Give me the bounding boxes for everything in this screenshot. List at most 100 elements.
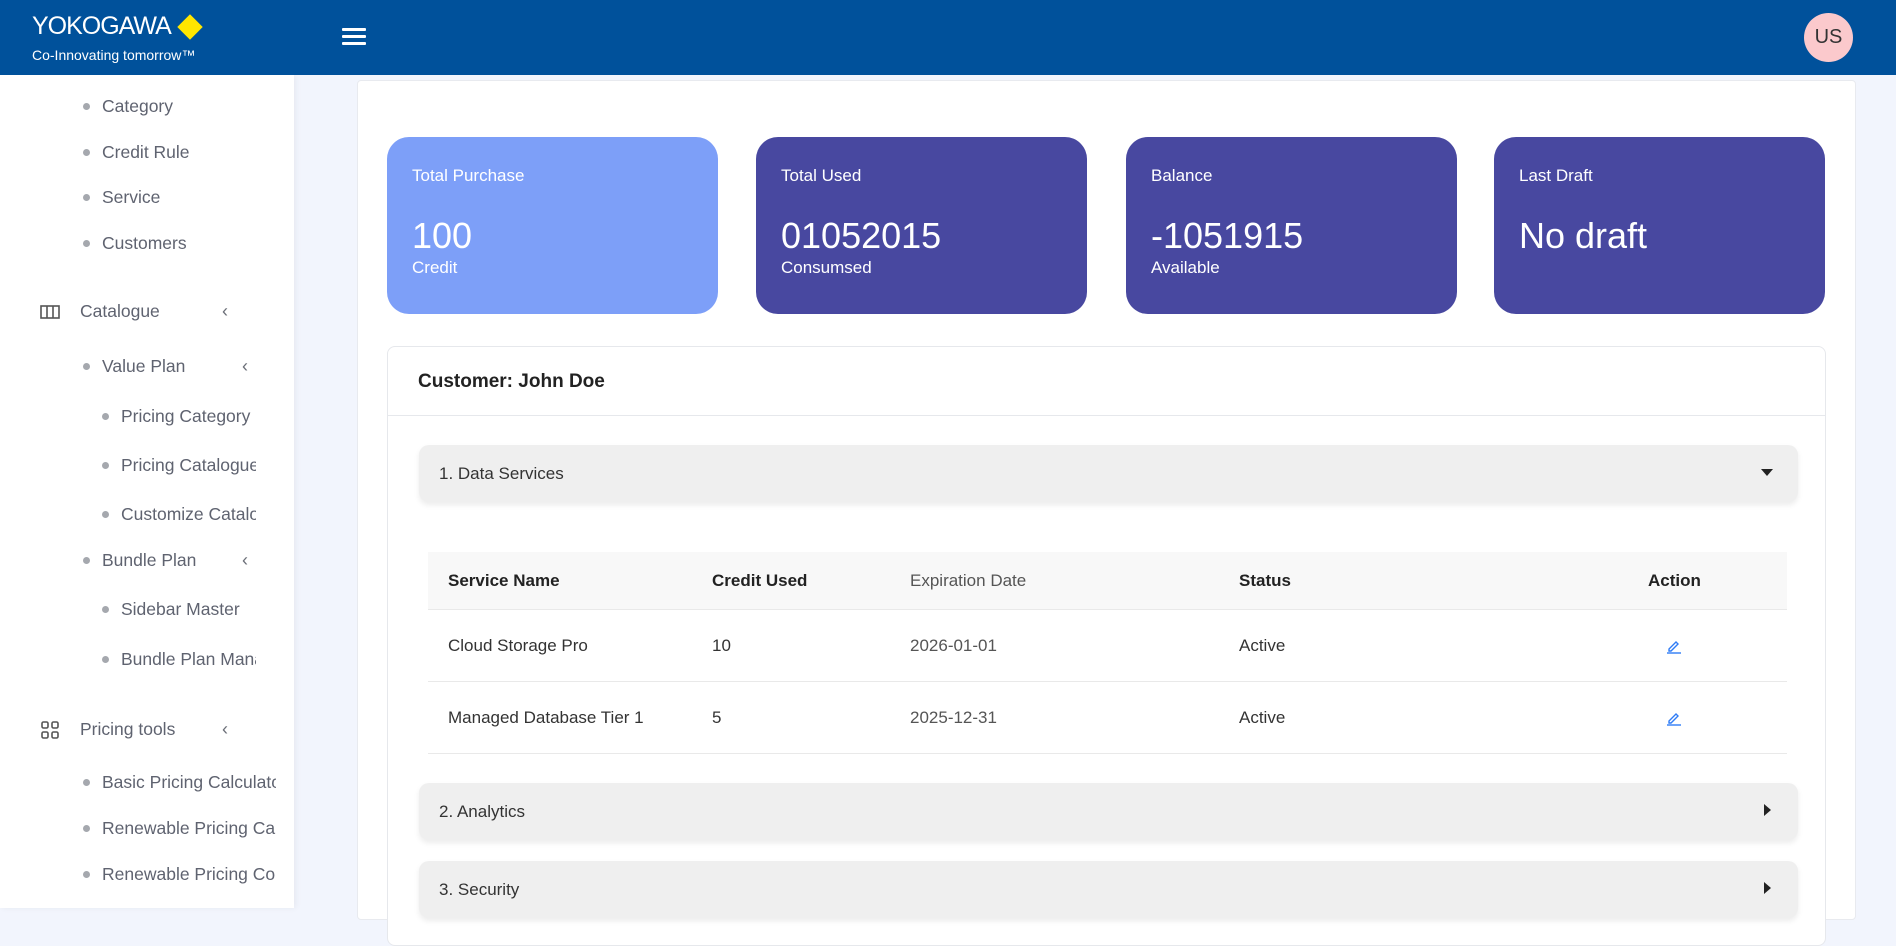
accordion-analytics[interactable]: 2. Analytics bbox=[419, 783, 1798, 840]
bullet-icon bbox=[83, 871, 90, 878]
bullet-icon bbox=[102, 413, 109, 420]
sidebar-item-credit-rule[interactable]: Credit Rule bbox=[83, 142, 273, 163]
diamond-icon bbox=[177, 13, 203, 40]
balance-card: Balance -1051915 Available bbox=[1126, 137, 1457, 314]
caret-right-icon bbox=[1764, 882, 1771, 894]
bullet-icon bbox=[102, 656, 109, 663]
sidebar-item-catalogue[interactable]: Catalogue bbox=[40, 301, 240, 322]
edit-icon[interactable] bbox=[1666, 682, 1682, 753]
sidebar-item-pricing-tools[interactable]: Pricing tools bbox=[40, 719, 240, 740]
chevron-left-icon[interactable]: ‹ bbox=[222, 719, 228, 740]
card-title: Total Purchase bbox=[412, 166, 525, 185]
sidebar-item-bundle-plan-management[interactable]: Bundle Plan Management bbox=[102, 649, 256, 670]
sidebar-item-category[interactable]: Category bbox=[83, 96, 273, 117]
top-header: YOKOGAWA Co-Innovating tomorrow™ US bbox=[0, 0, 1896, 75]
accordion-data-services[interactable]: 1. Data Services bbox=[419, 445, 1798, 502]
sidebar-item-basic-pricing-calculator[interactable]: Basic Pricing Calculator bbox=[83, 772, 276, 793]
sidebar-item-renewable-pricing-calculator[interactable]: Renewable Pricing Calculator bbox=[83, 818, 276, 839]
bullet-icon bbox=[83, 557, 90, 564]
brand-name: YOKOGAWA bbox=[32, 12, 172, 40]
sidebar-item-label: Pricing Catalogue bbox=[121, 455, 256, 475]
sidebar-item-service[interactable]: Service bbox=[83, 187, 273, 208]
chevron-left-icon[interactable]: ‹ bbox=[242, 356, 248, 377]
sidebar-item-label: Value Plan bbox=[102, 356, 186, 376]
bullet-icon bbox=[83, 779, 90, 786]
sidebar-item-pricing-catalogue[interactable]: Pricing Catalogue bbox=[102, 455, 256, 476]
status: Active bbox=[1239, 707, 1286, 727]
grid-icon bbox=[41, 720, 59, 739]
sidebar-item-label: Bundle Plan Management bbox=[121, 649, 256, 669]
card-subtitle: Consumsed bbox=[781, 258, 872, 277]
edit-icon[interactable] bbox=[1666, 610, 1682, 681]
sidebar-item-label: Service bbox=[102, 187, 161, 207]
card-value: 100 bbox=[412, 215, 473, 256]
column-header: Service Name bbox=[448, 570, 560, 590]
services-table: Service Name Credit Used Expiration Date… bbox=[428, 552, 1787, 754]
card-subtitle: Credit bbox=[412, 258, 458, 277]
user-avatar[interactable]: US bbox=[1804, 13, 1853, 62]
card-value: -1051915 bbox=[1151, 215, 1304, 256]
credit-used: 5 bbox=[712, 707, 722, 727]
sidebar-item-sidebar-master[interactable]: Sidebar Master bbox=[102, 599, 256, 620]
bullet-icon bbox=[83, 825, 90, 832]
column-header: Credit Used bbox=[712, 570, 808, 590]
card-title: Total Used bbox=[781, 166, 862, 185]
expiration-date: 2026-01-01 bbox=[910, 635, 997, 655]
bullet-icon bbox=[83, 363, 90, 370]
card-title: Last Draft bbox=[1519, 166, 1593, 185]
service-name: Cloud Storage Pro bbox=[448, 635, 588, 655]
bullet-icon bbox=[83, 240, 90, 247]
chevron-left-icon[interactable]: ‹ bbox=[222, 301, 228, 322]
card-value: No draft bbox=[1519, 215, 1648, 256]
column-header: Action bbox=[1648, 570, 1701, 590]
sidebar-item-label: Credit Rule bbox=[102, 142, 190, 162]
total-used-card: Total Used 01052015 Consumsed bbox=[756, 137, 1087, 314]
bullet-icon bbox=[83, 194, 90, 201]
tagline: Co-Innovating tomorrow™ bbox=[32, 47, 196, 63]
sidebar-item-label: Basic Pricing Calculator bbox=[102, 772, 276, 792]
accordion-label: 2. Analytics bbox=[439, 801, 525, 821]
sidebar-item-customers[interactable]: Customers bbox=[83, 233, 273, 254]
card-subtitle: Available bbox=[1151, 258, 1220, 277]
bullet-icon bbox=[102, 511, 109, 518]
caret-right-icon bbox=[1764, 804, 1771, 816]
hamburger-menu-icon[interactable] bbox=[342, 28, 366, 48]
sidebar-item-renewable-pricing-comparison[interactable]: Renewable Pricing Comparison bbox=[83, 864, 276, 885]
sidebar-item-pricing-category[interactable]: Pricing Category bbox=[102, 406, 256, 427]
table-row: Cloud Storage Pro 10 2026-01-01 Active bbox=[428, 610, 1787, 682]
service-name: Managed Database Tier 1 bbox=[448, 707, 644, 727]
last-draft-card: Last Draft No draft bbox=[1494, 137, 1825, 314]
sidebar-item-customize-catalogue[interactable]: Customize Catalogue bbox=[102, 504, 256, 525]
total-purchase-card: Total Purchase 100 Credit bbox=[387, 137, 718, 314]
customer-card: Customer: John Doe 1. Data Services Serv… bbox=[387, 346, 1826, 946]
sidebar-item-label: Bundle Plan bbox=[102, 550, 197, 570]
sidebar-item-label: Pricing tools bbox=[80, 719, 176, 739]
sidebar-item-value-plan[interactable]: Value Plan bbox=[83, 356, 233, 377]
sidebar-item-bundle-plan[interactable]: Bundle Plan bbox=[83, 550, 233, 571]
expiration-date: 2025-12-31 bbox=[910, 707, 997, 727]
accordion-security[interactable]: 3. Security bbox=[419, 861, 1798, 918]
columns-icon bbox=[40, 304, 60, 319]
yokogawa-logo[interactable]: YOKOGAWA Co-Innovating tomorrow™ bbox=[32, 12, 203, 63]
sidebar-item-label: Customers bbox=[102, 233, 187, 253]
accordion-label: 3. Security bbox=[439, 879, 520, 899]
table-header-row: Service Name Credit Used Expiration Date… bbox=[428, 552, 1787, 610]
caret-down-icon bbox=[1761, 469, 1773, 476]
sidebar-item-label: Pricing Category bbox=[121, 406, 251, 426]
bullet-icon bbox=[102, 462, 109, 469]
sidebar-item-label: Renewable Pricing Comparison bbox=[102, 864, 276, 884]
accordion-label: 1. Data Services bbox=[439, 463, 564, 483]
card-title: Balance bbox=[1151, 166, 1213, 185]
card-value: 01052015 bbox=[781, 215, 942, 256]
chevron-left-icon[interactable]: ‹ bbox=[242, 550, 248, 571]
bullet-icon bbox=[102, 606, 109, 613]
customer-title: Customer: John Doe bbox=[418, 371, 605, 392]
credit-used: 10 bbox=[712, 635, 731, 655]
sidebar: Category Credit Rule Service Customers C… bbox=[0, 75, 294, 908]
sidebar-item-label: Renewable Pricing Calculator bbox=[102, 818, 276, 838]
sidebar-item-label: Customize Catalogue bbox=[121, 504, 256, 524]
table-row: Managed Database Tier 1 5 2025-12-31 Act… bbox=[428, 682, 1787, 754]
column-header: Status bbox=[1239, 570, 1291, 590]
status: Active bbox=[1239, 635, 1286, 655]
divider bbox=[388, 415, 1825, 416]
